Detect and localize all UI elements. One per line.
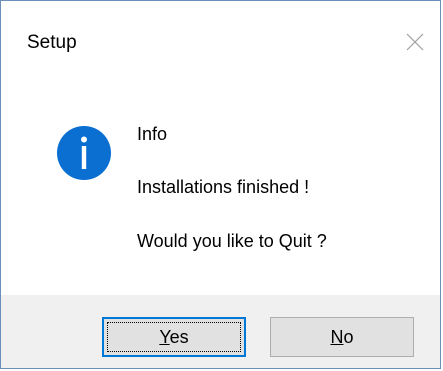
no-label-rest: o: [343, 326, 354, 347]
yes-mnemonic: Y: [159, 326, 170, 347]
info-icon: [57, 126, 111, 180]
message-heading: Info: [137, 124, 168, 144]
button-bar: Yes No: [1, 295, 440, 368]
close-icon: [406, 33, 424, 51]
no-button-label: No: [330, 327, 353, 348]
title-bar[interactable]: Setup: [1, 1, 440, 85]
yes-button[interactable]: Yes: [102, 317, 246, 357]
yes-button-label: Yes: [159, 327, 188, 348]
no-button[interactable]: No: [270, 317, 414, 357]
no-mnemonic: N: [330, 326, 344, 347]
close-button[interactable]: [398, 25, 432, 59]
window-title: Setup: [27, 32, 77, 53]
message-line-2: Would you like to Quit ?: [137, 231, 327, 251]
yes-label-rest: es: [169, 326, 189, 347]
message-line-1: Installations finished !: [137, 177, 310, 197]
message-area: Info Installations finished ! Would you …: [1, 85, 440, 295]
setup-dialog: Setup Info Installations finished ! Woul…: [0, 0, 441, 369]
